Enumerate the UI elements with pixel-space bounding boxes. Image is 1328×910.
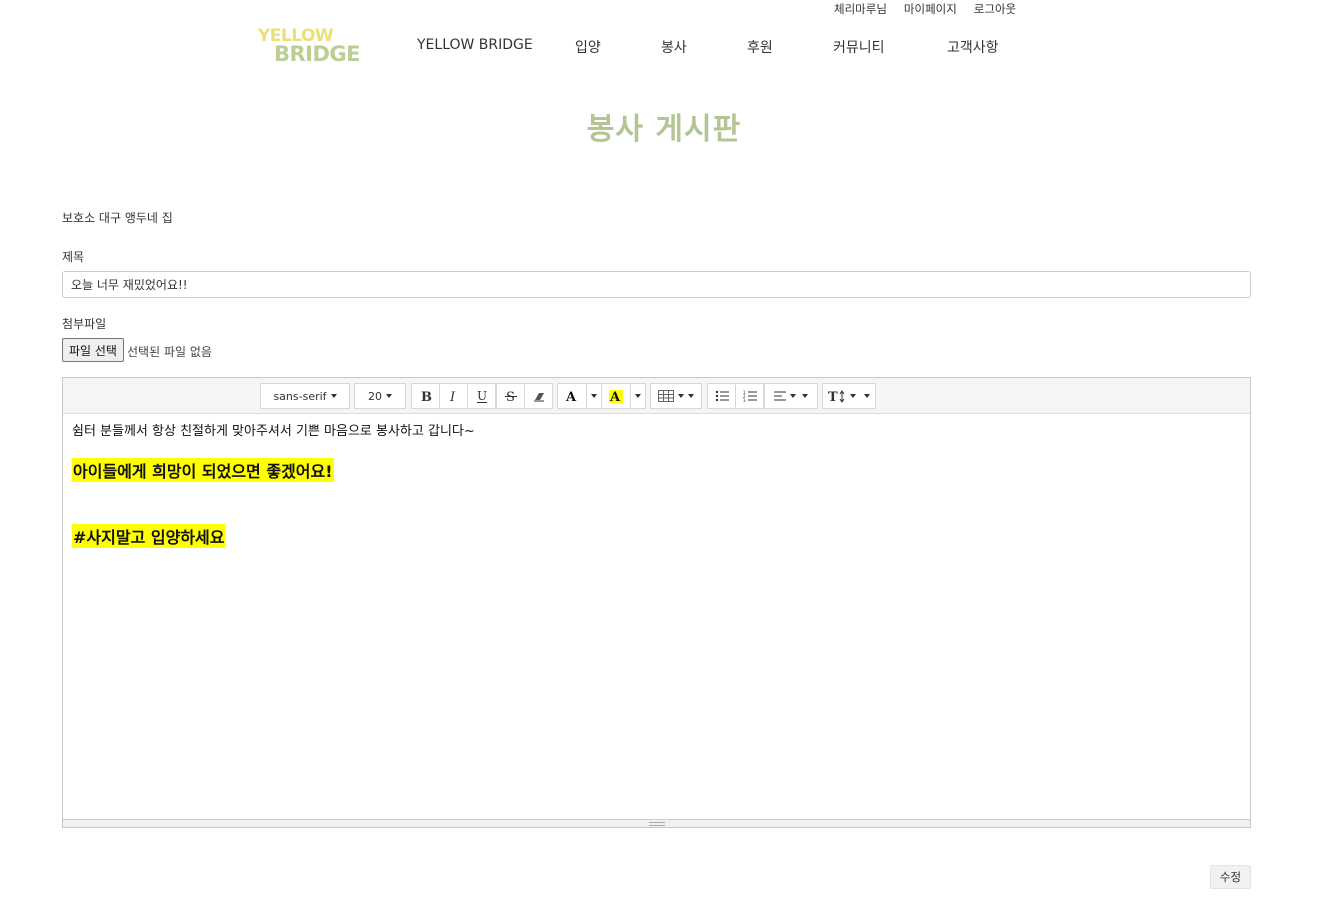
content-highlight-line: 아이들에게 희망이 되었으면 좋겠어요!	[72, 458, 334, 482]
editor-content[interactable]: 쉼터 분들께서 항상 친절하게 맞아주셔서 기쁜 마음으로 봉사하고 갑니다~ …	[72, 416, 1242, 816]
italic-button[interactable]: I	[439, 383, 468, 409]
page-title: 봉사 게시판	[586, 112, 742, 147]
rich-text-editor: sans-serif 20 B I U S A A 1 2 3 T 쉼터 분들께…	[62, 377, 1251, 828]
font-size-value: 20	[368, 389, 382, 403]
subject-input[interactable]	[62, 271, 1251, 298]
font-size-dropdown[interactable]: 20	[354, 383, 406, 409]
user-name-link[interactable]: 체리마루님	[834, 1, 887, 17]
nav-yellow-bridge[interactable]: YELLOW BRIDGE	[417, 37, 533, 53]
svg-text:3: 3	[743, 398, 746, 402]
grip-icon	[648, 821, 665, 826]
svg-text:A: A	[565, 390, 577, 403]
chevron-down-icon	[678, 394, 684, 398]
utility-links: 체리마루님 마이페이지 로그아웃	[834, 1, 1016, 17]
strikethrough-button[interactable]: S	[496, 383, 525, 409]
font-name-dropdown[interactable]: sans-serif	[260, 383, 350, 409]
table-dropdown[interactable]	[650, 383, 702, 409]
strikethrough-icon: S	[504, 390, 517, 403]
chevron-down-icon	[790, 394, 796, 398]
underline-icon: U	[476, 389, 487, 403]
highlight-color-icon: A	[609, 389, 623, 404]
chevron-down-icon	[802, 394, 808, 398]
nav-community[interactable]: 커뮤니티	[833, 37, 885, 57]
file-select-button[interactable]: 파일 선택	[62, 338, 124, 362]
chevron-down-icon	[864, 394, 870, 398]
line-height-dropdown[interactable]: T	[822, 383, 876, 409]
file-status: 선택된 파일 없음	[127, 345, 212, 359]
svg-text:B: B	[421, 390, 432, 403]
table-icon	[658, 390, 674, 402]
align-left-icon	[774, 391, 786, 401]
svg-text:I: I	[449, 390, 456, 403]
font-color-icon: A	[565, 390, 577, 403]
underline-button[interactable]: U	[467, 383, 496, 409]
content-line: 쉼터 분들께서 항상 친절하게 맞아주셔서 기쁜 마음으로 봉사하고 갑니다~	[72, 424, 475, 439]
chevron-down-icon	[591, 394, 597, 398]
highlight-color-button[interactable]: A	[601, 383, 631, 409]
italic-icon: I	[449, 390, 456, 403]
paragraph-align-dropdown[interactable]	[764, 383, 818, 409]
line-height-icon: T	[828, 390, 845, 403]
nav-donation[interactable]: 후원	[747, 37, 773, 57]
font-name-value: sans-serif	[273, 389, 327, 403]
mypage-link[interactable]: 마이페이지	[904, 1, 957, 17]
chevron-down-icon	[330, 394, 337, 398]
chevron-down-icon	[386, 394, 392, 398]
clear-format-button[interactable]	[524, 383, 553, 409]
content-highlight-line: #사지말고 입양하세요	[72, 524, 226, 548]
chevron-down-icon	[635, 394, 641, 398]
editor-toolbar: sans-serif 20 B I U S A A 1 2 3 T	[63, 378, 1250, 414]
font-color-button[interactable]: A	[557, 383, 587, 409]
unordered-list-button[interactable]	[707, 383, 736, 409]
shelter-name: 보호소 대구 앵두네 집	[62, 211, 173, 225]
font-color-dropdown[interactable]	[586, 383, 602, 409]
subject-label: 제목	[62, 250, 85, 264]
svg-text:T: T	[828, 390, 838, 403]
bullet-list-icon	[715, 390, 729, 402]
file-label: 첨부파일	[62, 317, 107, 331]
eraser-icon	[533, 393, 544, 402]
main-nav: YELLOW BRIDGE 입양 봉사 후원 커뮤니티 고객사항	[0, 37, 1328, 57]
nav-adoption[interactable]: 입양	[575, 37, 601, 57]
highlight-color-dropdown[interactable]	[630, 383, 646, 409]
nav-volunteer[interactable]: 봉사	[661, 37, 687, 57]
nav-customer[interactable]: 고객사항	[947, 37, 999, 57]
bold-button[interactable]: B	[411, 383, 440, 409]
editor-resize-handle[interactable]	[63, 819, 1250, 827]
ordered-list-button[interactable]: 123	[735, 383, 764, 409]
chevron-down-icon	[688, 394, 694, 398]
logout-link[interactable]: 로그아웃	[974, 1, 1016, 17]
chevron-down-icon	[850, 394, 856, 398]
bold-icon: B	[421, 390, 432, 403]
edit-submit-button[interactable]: 수정	[1210, 865, 1251, 889]
numbered-list-icon: 123	[743, 390, 757, 402]
svg-text:U: U	[477, 389, 487, 403]
svg-text:A: A	[609, 390, 621, 404]
